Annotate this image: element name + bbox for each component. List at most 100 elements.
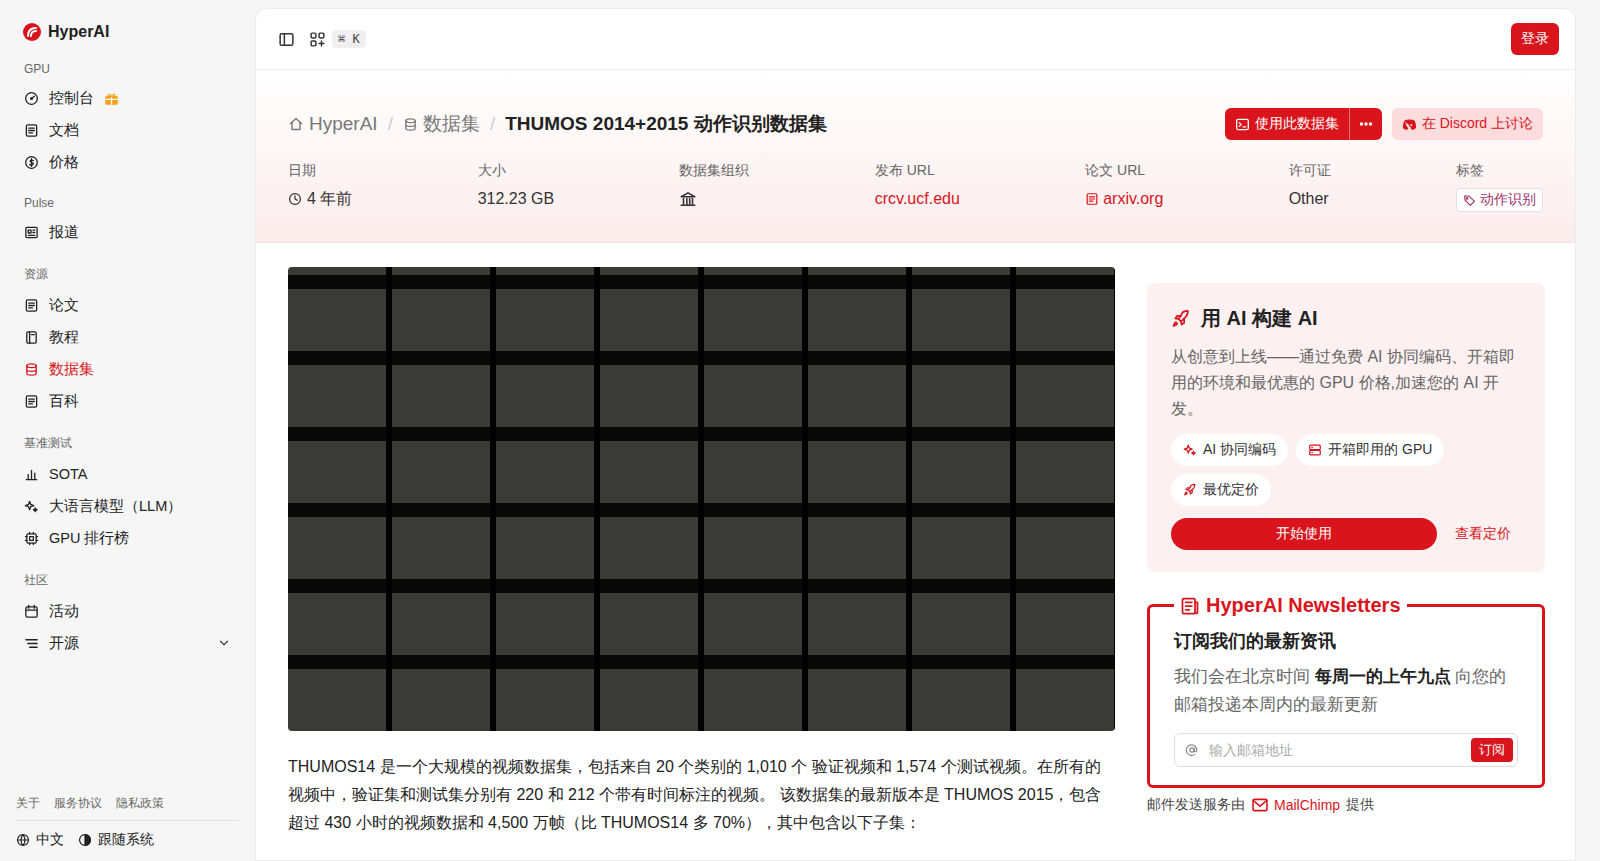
section-title: 基准测试 [16,427,239,458]
doc-icon [24,123,39,138]
sidebar-item-label: 价格 [49,153,79,172]
sidebar-item[interactable]: SOTA [16,458,239,490]
tag-icon [1463,194,1476,207]
sidebar-section: 资源 论文 教程 数据集 百科 [16,258,239,417]
subscribe-button[interactable]: 订阅 [1471,738,1513,762]
footer-link[interactable]: 关于 [16,795,40,812]
start-button[interactable]: 开始使用 [1171,518,1437,550]
panel-icon [278,31,295,48]
sidebar-toggle[interactable] [278,31,295,48]
command-button[interactable] [309,31,326,48]
brand-name: HyperAI [48,23,109,41]
dots-icon [1358,116,1374,132]
sidebar-item-label: 教程 [49,328,79,347]
chip-icon [24,531,39,546]
provider-prefix: 邮件发送服务由 [1147,796,1245,814]
sidebar-item[interactable]: 价格 [16,146,239,178]
meta-value: crcv.ucf.edu [875,188,960,210]
main-panel: ⌘ K 登录 HyperAI/ 数据集/ THUMOS 2014+2015 动作… [255,8,1576,861]
article: THUMOS14 是一个大规模的视频数据集，包括来自 20 个类别的 1,010… [288,267,1115,837]
theme-switch[interactable]: 跟随系统 [78,831,154,849]
mail-icon [1251,796,1269,814]
footer-link[interactable]: 隐私政策 [116,795,164,812]
language-switch[interactable]: 中文 [16,831,64,849]
server-icon [1308,443,1322,457]
sidebar-item[interactable]: GPU 排行榜 [16,522,239,554]
bar-icon [24,467,39,482]
tag[interactable]: 动作识别 [1456,188,1543,212]
meta-value: 4 年前 [288,188,352,210]
sidebar-item[interactable]: 百科 [16,385,239,417]
newsletter-box: HyperAI Newsletters 订阅我们的最新资讯 我们会在北京时间 每… [1147,594,1545,788]
breadcrumb-item[interactable]: 数据集 [403,111,480,137]
right-column: 用 AI 构建 AI 从创意到上线——通过免费 AI 协同编码、开箱即用的环境和… [1147,267,1545,837]
date-value: 4 年前 [307,189,352,210]
breadcrumb: HyperAI/ 数据集/ THUMOS 2014+2015 动作识别数据集 [288,111,827,137]
meta-value: 动作识别 [1456,188,1543,212]
footer-link[interactable]: 服务协议 [54,795,102,812]
login-button[interactable]: 登录 [1511,23,1559,55]
meta-field: 大小 312.23 GB [478,162,555,212]
meta-value: 312.23 GB [478,188,555,210]
description: THUMOS14 是一个大规模的视频数据集，包括来自 20 个类别的 1,010… [288,753,1115,837]
feature-chip: AI 协同编码 [1171,434,1288,466]
sidebar-item-label: 文档 [49,121,79,140]
gift-icon [104,91,119,106]
sparkle-icon [24,499,39,514]
book-icon [24,330,39,345]
dataset-header: HyperAI/ 数据集/ THUMOS 2014+2015 动作识别数据集 使… [256,70,1575,243]
newsletter-title: HyperAI Newsletters [1174,594,1407,617]
news2-icon [1180,596,1200,616]
sidebar-section: 基准测试 SOTA 大语言模型（LLM） GPU 排行榜 [16,427,239,554]
shortcut-key: ⌘ K [332,30,366,48]
sidebar-item[interactable]: 活动 [16,595,239,627]
apps-icon [309,31,326,48]
brand[interactable]: HyperAI [16,20,239,44]
meta-label: 发布 URL [875,162,960,180]
use-dataset-button[interactable]: 使用此数据集 [1225,108,1349,140]
sidebar-item[interactable]: 开源 [16,627,239,659]
meta-label: 大小 [478,162,555,180]
discord-button[interactable]: 在 Discord 上讨论 [1392,108,1543,140]
sidebar-item-label: SOTA [49,466,87,482]
sidebar-item[interactable]: 教程 [16,321,239,353]
meta-value [679,188,749,210]
discord-icon [1402,117,1417,132]
sidebar-item[interactable]: 控制台 [16,82,239,114]
sidebar-item[interactable]: 报道 [16,216,239,248]
sidebar-item[interactable]: 论文 [16,289,239,321]
news-icon [24,225,39,240]
sparkle-icon [1183,443,1197,457]
doc-icon [24,298,39,313]
terminal-icon [1235,117,1250,132]
more-button[interactable] [1349,108,1382,140]
expand-toggle[interactable] [217,636,231,650]
sidebar-item[interactable]: 数据集 [16,353,239,385]
sidebar-section: Pulse 报道 [16,188,239,248]
mailchimp-link[interactable]: MailChimp [1251,796,1340,814]
logo-icon [22,22,42,42]
promo-text: 从创意到上线——通过免费 AI 协同编码、开箱即用的环境和最优惠的 GPU 价格… [1171,344,1521,422]
email-input[interactable] [1207,741,1463,759]
sidebar-item-label: 报道 [49,223,79,242]
building-icon [679,190,697,208]
feature-chips: AI 协同编码开箱即用的 GPU最优定价 [1171,434,1521,506]
meta-field: 许可证 Other [1289,162,1331,212]
mail-provider: 邮件发送服务由 MailChimp 提供 [1147,796,1545,814]
sidebar-item-label: 百科 [49,392,79,411]
use-dataset-group: 使用此数据集 [1225,108,1382,140]
email-field: 订阅 [1174,733,1518,767]
breadcrumb-item[interactable]: HyperAI [288,113,378,135]
provider-suffix: 提供 [1346,796,1374,814]
paper-link[interactable]: arxiv.org [1085,190,1163,208]
pricing-link[interactable]: 查看定价 [1455,525,1511,543]
sidebar-item[interactable]: 文档 [16,114,239,146]
sidebar-item[interactable]: 大语言模型（LLM） [16,490,239,522]
meta-field: 标签 动作识别 [1456,162,1543,212]
chevron-icon [217,636,231,650]
meta-field: 日期 4 年前 [288,162,352,212]
db-icon [24,362,39,377]
top-bar: ⌘ K 登录 [256,9,1575,70]
url-link[interactable]: crcv.ucf.edu [875,190,960,208]
sidebar-item-label: 数据集 [49,360,94,379]
